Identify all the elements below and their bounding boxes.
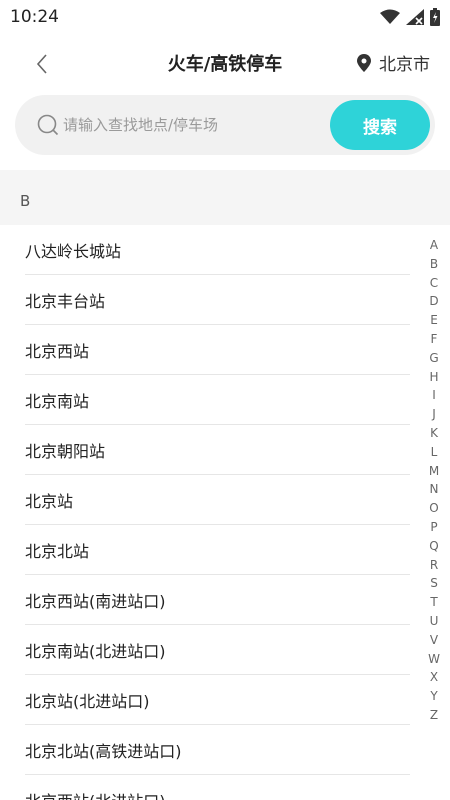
search-input[interactable] (63, 110, 323, 140)
index-letter[interactable]: O (429, 499, 438, 518)
section-header: B (20, 192, 31, 210)
station-item[interactable]: 北京站 (25, 475, 410, 525)
index-letter[interactable]: N (430, 480, 439, 499)
index-letter[interactable]: K (430, 424, 438, 443)
index-letter[interactable]: Z (430, 706, 438, 725)
station-item[interactable]: 北京北站 (25, 525, 410, 575)
station-item[interactable]: 北京站(北进站口) (25, 675, 410, 725)
index-letter[interactable]: U (430, 612, 439, 631)
index-letter[interactable]: R (430, 556, 438, 575)
station-list-area[interactable]: B 八达岭长城站 北京丰台站 北京西站 北京南站 北京朝阳站 北京站 北京北站 北京西站(南进… (0, 170, 450, 800)
header: 火车/高铁停车 北京市 (0, 40, 450, 86)
station-item[interactable]: 北京西站(南进站口) (25, 575, 410, 625)
index-letter[interactable]: C (430, 274, 438, 293)
battery-icon (430, 8, 440, 26)
index-letter[interactable]: W (428, 650, 440, 669)
index-letter[interactable]: Y (430, 687, 437, 706)
index-letter[interactable]: H (429, 368, 438, 387)
search-button[interactable]: 搜索 (330, 100, 430, 150)
index-letter[interactable]: E (430, 311, 438, 330)
station-item[interactable]: 北京北站(高铁进站口) (25, 725, 410, 775)
index-letter[interactable]: G (429, 349, 438, 368)
index-letter[interactable]: B (430, 255, 438, 274)
index-letter[interactable]: M (429, 462, 439, 481)
city-selector[interactable]: 北京市 (357, 50, 430, 75)
index-letter[interactable]: L (431, 443, 438, 462)
wifi-icon (380, 9, 400, 24)
index-letter[interactable]: X (430, 668, 438, 687)
city-label: 北京市 (379, 55, 430, 75)
index-letter[interactable]: I (432, 386, 436, 405)
index-letter[interactable]: J (432, 405, 436, 424)
index-letter[interactable]: P (430, 518, 437, 537)
status-bar: 10:24 (0, 0, 450, 34)
index-letter[interactable]: T (430, 593, 437, 612)
station-item[interactable]: 北京南站(北进站口) (25, 625, 410, 675)
station-item[interactable]: 北京丰台站 (25, 275, 410, 325)
station-item[interactable]: 北京南站 (25, 375, 410, 425)
alphabet-index[interactable]: ABCDEFGHIJKLMNOPQRSTUVWXYZ (426, 236, 442, 725)
station-item[interactable]: 北京朝阳站 (25, 425, 410, 475)
search-bar: 搜索 (15, 95, 435, 155)
status-icons (380, 8, 440, 26)
index-letter[interactable]: S (430, 574, 438, 593)
index-letter[interactable]: A (430, 236, 438, 255)
station-item[interactable]: 八达岭长城站 (25, 225, 410, 275)
status-time: 10:24 (10, 7, 59, 27)
index-letter[interactable]: V (430, 631, 438, 650)
location-pin-icon (357, 53, 371, 72)
index-letter[interactable]: D (429, 292, 438, 311)
index-letter[interactable]: F (431, 330, 438, 349)
station-list: 八达岭长城站 北京丰台站 北京西站 北京南站 北京朝阳站 北京站 北京北站 北京西站(南进站口… (0, 225, 450, 800)
station-item[interactable]: 北京西站(北进站口) (25, 775, 410, 800)
search-icon (37, 114, 59, 136)
signal-icon (406, 9, 424, 25)
station-item[interactable]: 北京西站 (25, 325, 410, 375)
index-letter[interactable]: Q (429, 537, 438, 556)
